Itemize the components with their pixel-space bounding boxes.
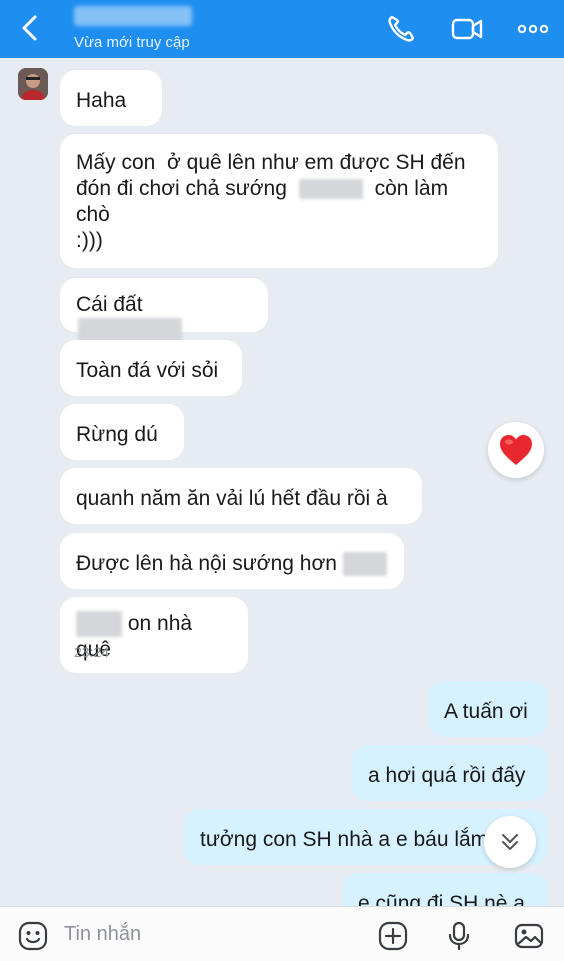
image-icon[interactable] bbox=[514, 921, 544, 951]
sender-avatar[interactable] bbox=[18, 68, 48, 100]
redacted-text bbox=[298, 179, 363, 200]
message-text: Được lên hà nội sướng hơn bbox=[76, 552, 337, 575]
message-bubble-received[interactable]: Mấy con ở quê lên như em được SH đến đón… bbox=[60, 134, 498, 268]
message-text: Toàn đá với sỏi bbox=[76, 359, 219, 382]
message-input[interactable]: Tin nhắn bbox=[64, 923, 141, 946]
message-input-bar: Tin nhắn bbox=[0, 906, 564, 961]
message-text: a hơi quá rồi đấy bbox=[368, 764, 526, 787]
message-text: tưởng con SH nhà a e báu lắm bbox=[200, 828, 489, 851]
message-text: A tuấn ơi bbox=[444, 700, 528, 723]
message-bubble-received[interactable]: Cái đất bbox=[60, 278, 268, 348]
message-text: còn làm bbox=[374, 177, 449, 200]
back-chevron-icon[interactable] bbox=[18, 14, 42, 42]
message-bubble-received[interactable]: Rừng dú bbox=[60, 404, 184, 460]
message-timestamp: 23:24 bbox=[74, 644, 110, 660]
message-text: :))) bbox=[76, 229, 103, 252]
message-bubble-received[interactable]: Được lên hà nội sướng hơn bbox=[60, 533, 404, 589]
redacted-text bbox=[76, 611, 122, 638]
microphone-icon[interactable] bbox=[444, 921, 474, 951]
message-bubble-received[interactable]: Toàn đá với sỏi bbox=[60, 340, 242, 396]
message-bubble-sent[interactable]: A tuấn ơi bbox=[428, 681, 548, 737]
message-bubble-received[interactable]: on nhà quê 23:24 bbox=[60, 597, 248, 673]
video-call-icon[interactable] bbox=[450, 12, 484, 46]
message-text: Rừng dú bbox=[76, 423, 158, 446]
message-text: Cái đất bbox=[76, 293, 143, 316]
contact-status: Vừa mới truy cập bbox=[74, 34, 190, 51]
message-bubble-sent[interactable]: a hơi quá rồi đấy bbox=[352, 745, 548, 801]
phone-icon[interactable] bbox=[384, 12, 418, 46]
message-bubble-received[interactable]: Haha bbox=[60, 70, 162, 126]
heart-reaction-button[interactable] bbox=[488, 422, 544, 478]
chat-header: Vừa mới truy cập bbox=[0, 0, 564, 58]
message-text: chò bbox=[76, 203, 110, 226]
chevrons-down-icon bbox=[502, 834, 518, 850]
message-text: Haha bbox=[76, 89, 127, 112]
message-text: Mấy con ở quê lên như em được SH đến bbox=[76, 151, 466, 174]
message-text: quanh năm ăn vải lú hết đầu rồi à bbox=[76, 487, 388, 510]
message-text: đón đi chơi chả sướng bbox=[76, 177, 287, 200]
add-plus-icon[interactable] bbox=[378, 921, 408, 951]
more-options-icon[interactable] bbox=[516, 12, 550, 46]
contact-name-redacted[interactable] bbox=[74, 6, 192, 26]
heart-icon bbox=[500, 435, 532, 465]
emoji-icon[interactable] bbox=[18, 921, 48, 951]
message-bubble-received[interactable]: quanh năm ăn vải lú hết đầu rồi à bbox=[60, 468, 422, 524]
redacted-text bbox=[342, 552, 387, 577]
scroll-to-bottom-button[interactable] bbox=[484, 816, 536, 868]
